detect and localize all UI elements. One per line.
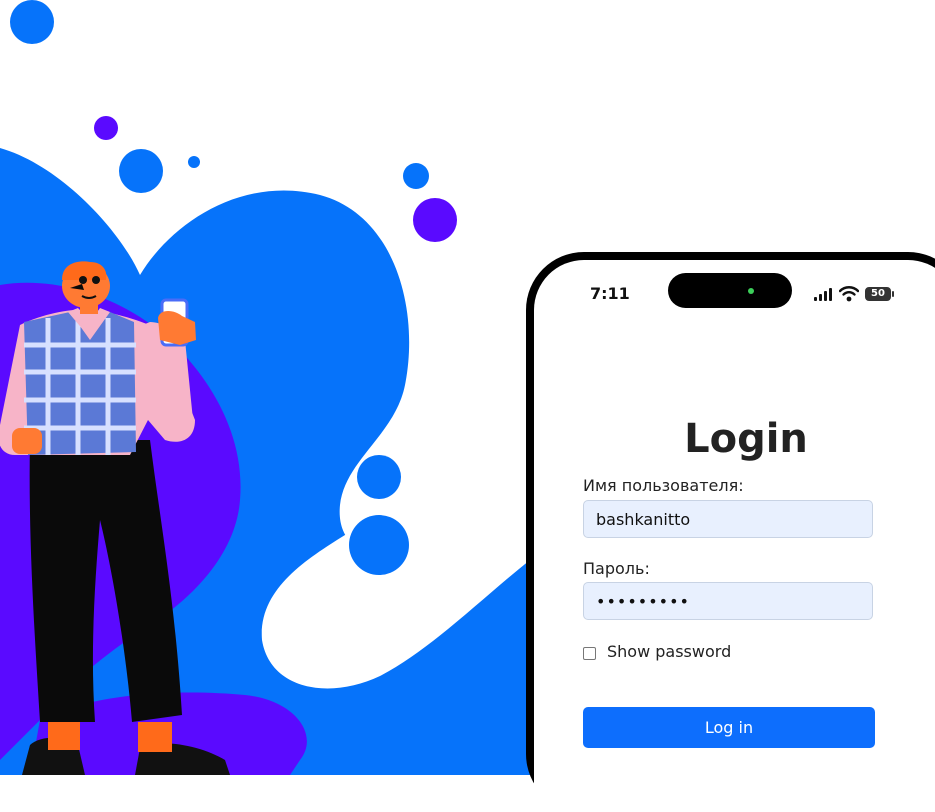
phone-screen: 7:11 50 Login Имя пользователя: Пароль:	[534, 260, 935, 812]
username-input[interactable]	[583, 500, 873, 538]
show-password-label: Show password	[607, 642, 732, 661]
status-time: 7:11	[590, 284, 630, 303]
login-button[interactable]: Log in	[583, 707, 875, 748]
bubble	[349, 515, 409, 575]
wifi-icon	[839, 286, 859, 302]
show-password-checkbox[interactable]	[583, 647, 596, 660]
cellular-signal-icon	[814, 287, 834, 301]
battery-icon: 50	[865, 287, 894, 301]
camera-indicator-icon	[748, 288, 754, 294]
password-input[interactable]	[583, 582, 873, 620]
bubble	[188, 156, 200, 168]
login-title: Login	[684, 416, 808, 462]
bubble	[403, 163, 429, 189]
phone-mockup: 7:11 50 Login Имя пользователя: Пароль:	[526, 252, 935, 812]
bubble	[357, 455, 401, 499]
bubble	[10, 0, 54, 44]
password-label: Пароль:	[583, 559, 650, 578]
bubble	[119, 149, 163, 193]
username-label: Имя пользователя:	[583, 476, 744, 495]
bubble	[94, 116, 118, 140]
dynamic-island	[668, 273, 792, 308]
bubble	[413, 198, 457, 242]
